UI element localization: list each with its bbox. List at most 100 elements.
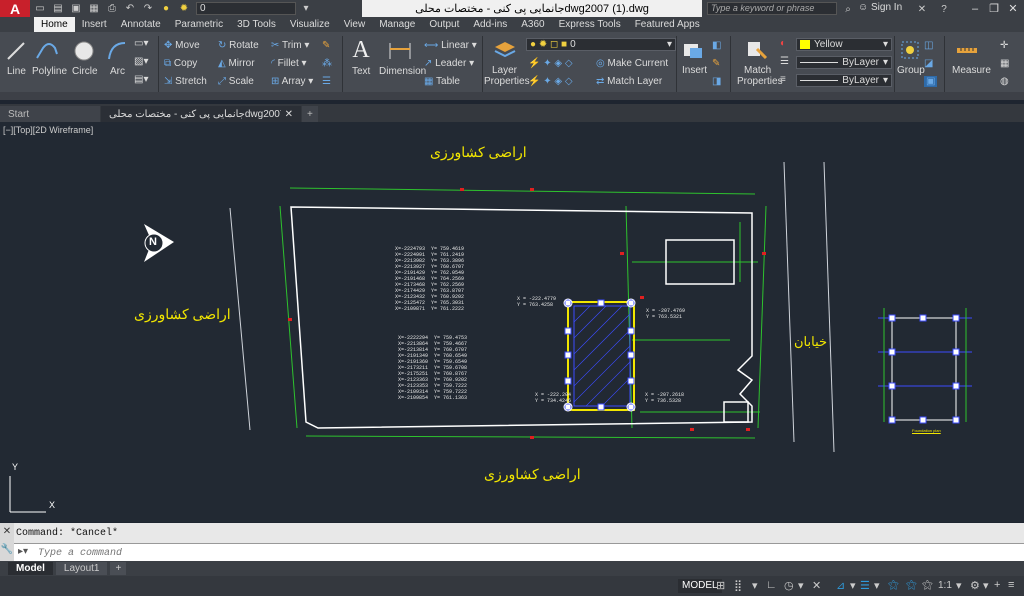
layer-properties-button[interactable] bbox=[492, 36, 518, 64]
copy-button[interactable]: ⧉ Copy bbox=[164, 58, 197, 69]
text-tool-button[interactable]: A bbox=[348, 36, 374, 64]
polyline-tool-button[interactable] bbox=[34, 38, 60, 64]
tab-layout1[interactable]: Layout1 bbox=[55, 562, 108, 575]
match-properties-button[interactable] bbox=[744, 36, 770, 64]
annotation-scale-icon[interactable]: ⚝ bbox=[922, 579, 933, 592]
lightbulb-icon[interactable]: ● bbox=[158, 2, 174, 16]
tab-parametric[interactable]: Parametric bbox=[168, 17, 230, 32]
match-layer-button[interactable]: ⇄ Match Layer bbox=[596, 76, 662, 87]
draw-more-icon[interactable]: ▤▾ bbox=[134, 74, 148, 85]
quick-layer-dropdown[interactable]: 0 bbox=[196, 2, 296, 15]
tab-express-tools[interactable]: Express Tools bbox=[552, 17, 628, 32]
ortho-icon[interactable]: ▾ bbox=[752, 579, 758, 592]
isodraft-icon[interactable]: ✕ bbox=[812, 579, 821, 592]
group-edit-icon[interactable]: ◪ bbox=[924, 58, 933, 69]
erase-icon[interactable]: ✎ bbox=[322, 40, 330, 51]
tab-3d-tools[interactable]: 3D Tools bbox=[230, 17, 283, 32]
tab-add-ins[interactable]: Add-ins bbox=[466, 17, 514, 32]
polar-icon[interactable]: ◷ bbox=[784, 579, 794, 592]
tab-manage[interactable]: Manage bbox=[372, 17, 422, 32]
move-button[interactable]: ✥ Move bbox=[164, 40, 200, 51]
object-snap-icon[interactable]: ⊿ bbox=[836, 579, 845, 592]
workspace-gear-icon[interactable]: ⚙ bbox=[970, 579, 980, 592]
fillet-button[interactable]: ◜ Fillet ▾ bbox=[271, 58, 307, 69]
layer-tools-row-2[interactable]: ⚡ ✦ ◈ ◇ bbox=[528, 76, 573, 87]
exchange-icon[interactable]: ✕ bbox=[914, 2, 930, 16]
circle-tool-button[interactable] bbox=[72, 38, 96, 64]
customization-menu-icon[interactable]: ≡ bbox=[1008, 579, 1014, 591]
save-as-icon[interactable]: ▦ bbox=[86, 2, 102, 16]
table-button[interactable]: ▦ Table bbox=[424, 76, 460, 87]
block-edit-icon[interactable]: ✎ bbox=[712, 58, 720, 69]
new-icon[interactable]: ▭ bbox=[32, 2, 48, 16]
undo-icon[interactable]: ↶ bbox=[122, 2, 138, 16]
sign-in-button[interactable]: ☺ Sign In bbox=[858, 2, 902, 13]
tab-start[interactable]: Start bbox=[0, 106, 100, 122]
restore-icon[interactable]: ❐ bbox=[985, 0, 1003, 17]
transparency-icon[interactable]: ▾ bbox=[874, 579, 880, 592]
tab-visualize[interactable]: Visualize bbox=[283, 17, 337, 32]
group-button[interactable] bbox=[898, 36, 922, 64]
polar-dropdown-icon[interactable]: ▾ bbox=[798, 579, 804, 592]
tab-view[interactable]: View bbox=[337, 17, 373, 32]
leader-button[interactable]: ↗ Leader ▾ bbox=[424, 58, 474, 69]
scale-dropdown-icon[interactable]: ▾ bbox=[956, 579, 962, 592]
grid-icon[interactable]: ⊞ bbox=[716, 579, 725, 592]
annotation-scale-value[interactable]: 1:1 bbox=[938, 580, 952, 591]
group-select-icon[interactable]: ▣ bbox=[924, 76, 938, 87]
tab-a360[interactable]: A360 bbox=[514, 17, 551, 32]
rotate-button[interactable]: ↻ Rotate bbox=[218, 40, 259, 51]
redo-icon[interactable]: ↷ bbox=[140, 2, 156, 16]
array-button[interactable]: ⊞ Array ▾ bbox=[271, 76, 313, 87]
infer-icon[interactable]: ∟ bbox=[766, 579, 777, 591]
add-layout-button[interactable]: + bbox=[110, 562, 127, 575]
layer-dropdown-arrow-icon[interactable]: ▾ bbox=[298, 2, 314, 16]
osnap-dropdown-icon[interactable]: ▾ bbox=[850, 579, 856, 592]
pan-icon[interactable]: ✛ bbox=[1000, 40, 1008, 51]
auto-scale-icon[interactable]: ⚝ bbox=[906, 579, 917, 592]
layer-tools-row-1[interactable]: ⚡ ✦ ◈ ◇ bbox=[528, 58, 573, 69]
help-icon[interactable]: ? bbox=[936, 2, 952, 16]
sun-icon[interactable]: ✹ bbox=[176, 2, 192, 16]
tab-home[interactable]: Home bbox=[34, 17, 75, 32]
close-icon[interactable]: ✕ bbox=[1004, 0, 1022, 17]
arc-tool-button[interactable] bbox=[105, 38, 129, 64]
stretch-button[interactable]: ⇲ Stretch bbox=[164, 76, 207, 87]
hatch-icon[interactable]: ▨▾ bbox=[134, 56, 148, 67]
view-icon[interactable]: ◍ bbox=[1000, 76, 1009, 87]
offset-icon[interactable]: ☰ bbox=[322, 76, 331, 87]
rectangle-icon[interactable]: ▭▾ bbox=[134, 38, 148, 49]
color-dropdown[interactable]: Yellow ▾ bbox=[796, 38, 892, 51]
print-icon[interactable]: ⎙ bbox=[104, 2, 120, 16]
add-icon[interactable]: + bbox=[994, 579, 1000, 591]
new-tab-button[interactable]: + bbox=[302, 106, 318, 122]
scale-button[interactable]: ⤢ Scale bbox=[218, 76, 254, 87]
tab-annotate[interactable]: Annotate bbox=[114, 17, 168, 32]
command-input[interactable] bbox=[38, 546, 1018, 560]
tab-output[interactable]: Output bbox=[422, 17, 466, 32]
search-icon[interactable]: ⌕ bbox=[840, 2, 856, 16]
workspace-dropdown-icon[interactable]: ▾ bbox=[983, 579, 989, 592]
open-icon[interactable]: ▤ bbox=[50, 2, 66, 16]
linetype-dropdown[interactable]: ByLayer ▾ bbox=[796, 56, 892, 69]
block-create-icon[interactable]: ◧ bbox=[712, 40, 721, 51]
tab-featured-apps[interactable]: Featured Apps bbox=[628, 17, 707, 32]
line-tool-button[interactable] bbox=[4, 38, 28, 64]
dimension-tool-button[interactable] bbox=[386, 36, 414, 64]
annotation-visibility-icon[interactable]: ⚝ bbox=[888, 579, 899, 592]
make-current-button[interactable]: ◎ Make Current bbox=[596, 58, 668, 69]
drawing-canvas[interactable]: [−][Top][2D Wireframe] N اراضی کشاورزی ا… bbox=[0, 122, 1024, 522]
block-attr-icon[interactable]: ◨ bbox=[712, 76, 721, 87]
tab-insert[interactable]: Insert bbox=[75, 17, 114, 32]
layer-dropdown[interactable]: ● ✹ ◻ ■ 0 ▾ bbox=[526, 38, 676, 51]
explode-icon[interactable]: ⁂ bbox=[322, 58, 332, 69]
ungroup-icon[interactable]: ◫ bbox=[924, 40, 933, 51]
measure-button[interactable] bbox=[954, 36, 980, 64]
linear-button[interactable]: ⟷ Linear ▾ bbox=[424, 40, 477, 51]
minimize-icon[interactable]: ‒ bbox=[966, 0, 984, 17]
insert-block-button[interactable] bbox=[680, 36, 706, 64]
close-tab-icon[interactable]: ✕ bbox=[285, 109, 293, 120]
search-input[interactable]: Type a keyword or phrase bbox=[707, 2, 837, 15]
tab-model[interactable]: Model bbox=[8, 562, 53, 575]
quick-calc-icon[interactable]: ▦ bbox=[1000, 58, 1009, 69]
